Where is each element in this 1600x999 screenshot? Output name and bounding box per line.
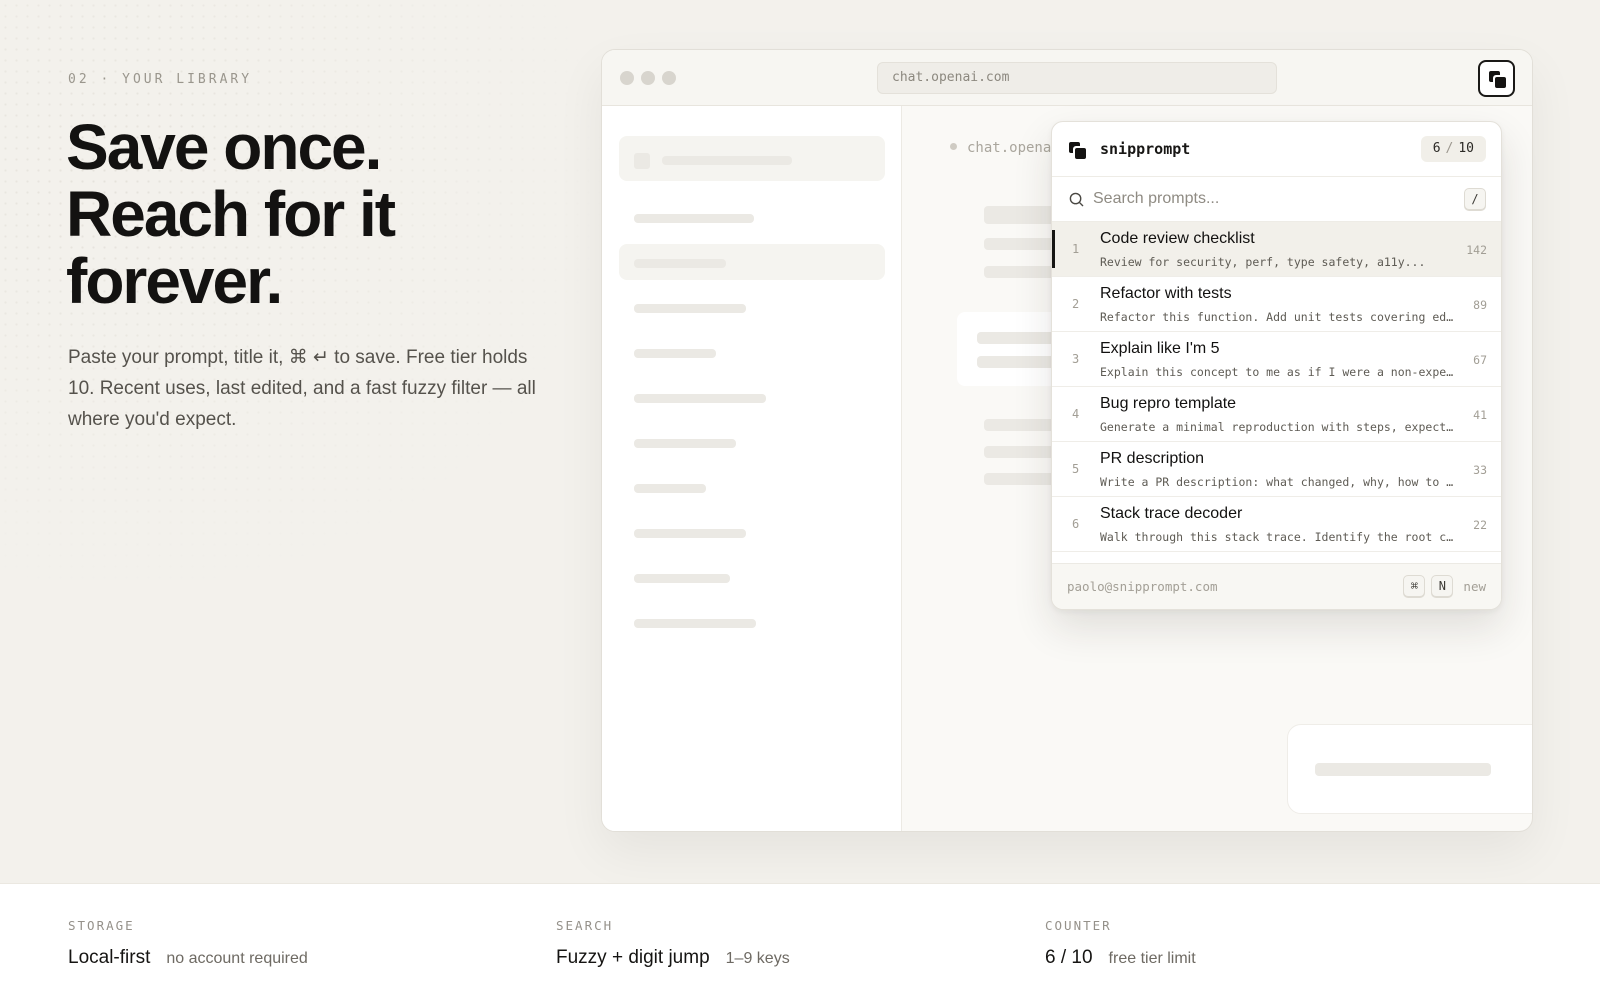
new-prompt-label: new xyxy=(1463,578,1486,594)
stat-row: 6 / 10 free tier limit xyxy=(1045,947,1196,969)
prompt-title: PR description xyxy=(1100,450,1205,467)
search-icon xyxy=(1069,192,1084,207)
skeleton-line xyxy=(1315,763,1491,776)
popup-title: snipprompt xyxy=(1100,140,1191,158)
prompt-title: Code review checklist xyxy=(1100,230,1255,247)
snipprompt-logo-icon xyxy=(1489,71,1506,88)
stat-row: Local-first no account required xyxy=(68,947,308,969)
hero-description: Paste your prompt, title it, ⌘ ↵ to save… xyxy=(68,347,536,430)
page-crumb: chat.opena xyxy=(950,140,1051,156)
prompt-list-item[interactable]: 3 Explain like I'm 5 Explain this concep… xyxy=(1052,332,1501,387)
skeleton-line xyxy=(634,439,736,448)
skeleton-line xyxy=(634,304,746,313)
skeleton-line xyxy=(634,259,726,268)
stat-value: Local-first xyxy=(68,947,151,968)
stat-label: STORAGE xyxy=(68,918,135,933)
prompt-index: 6 xyxy=(1072,517,1080,531)
skeleton-line xyxy=(634,214,754,223)
prompt-list-item[interactable]: 5 PR description Write a PR description:… xyxy=(1052,442,1501,497)
skeleton-line xyxy=(634,349,716,358)
prompt-index: 4 xyxy=(1072,407,1080,421)
stat-value: Fuzzy + digit jump xyxy=(556,947,710,968)
prompt-index: 3 xyxy=(1072,352,1080,366)
browser-toolbar: chat.openai.com xyxy=(602,50,1532,106)
prompt-use-count: 142 xyxy=(1466,243,1487,257)
extension-button[interactable] xyxy=(1478,60,1515,97)
search-shortcut-key: / xyxy=(1464,188,1486,210)
chat-composer-skeleton xyxy=(1287,724,1532,814)
prompt-use-count: 33 xyxy=(1473,463,1487,477)
stat-note: no account required xyxy=(166,950,308,967)
counter-used: 6 xyxy=(1432,141,1441,156)
section-eyebrow: 02 · YOUR LIBRARY xyxy=(68,72,253,87)
stat-label: SEARCH xyxy=(556,918,614,933)
prompt-use-count: 89 xyxy=(1473,298,1487,312)
prompt-list: 1 Code review checklist Review for secur… xyxy=(1052,222,1501,552)
prompt-preview: Generate a minimal reproduction with ste… xyxy=(1100,420,1454,434)
hero-headline: Save once. Reach for it forever. xyxy=(66,114,536,315)
traffic-light-icon[interactable] xyxy=(620,71,634,85)
prompt-title: Explain like I'm 5 xyxy=(1100,340,1220,357)
prompt-preview: Write a PR description: what changed, wh… xyxy=(1100,475,1454,489)
prompt-preview: Walk through this stack trace. Identify … xyxy=(1100,530,1454,544)
traffic-light-icon[interactable] xyxy=(641,71,655,85)
prompt-list-item[interactable]: 6 Stack trace decoder Walk through this … xyxy=(1052,497,1501,552)
skeleton-icon xyxy=(634,153,650,169)
snipprompt-popup: snipprompt 6 / 10 / 1 Code review checklis… xyxy=(1051,121,1502,610)
prompt-index: 2 xyxy=(1072,297,1080,311)
prompt-use-count: 67 xyxy=(1473,353,1487,367)
search-input[interactable] xyxy=(1093,185,1433,213)
feature-stats-band: STORAGE Local-first no account required S… xyxy=(0,883,1600,999)
stat-note: free tier limit xyxy=(1108,950,1196,967)
stat-row: Fuzzy + digit jump 1–9 keys xyxy=(556,947,790,969)
prompt-preview: Refactor this function. Add unit tests c… xyxy=(1100,310,1454,324)
prompt-list-item[interactable]: 2 Refactor with tests Refactor this func… xyxy=(1052,277,1501,332)
prompt-title: Stack trace decoder xyxy=(1100,505,1243,522)
headline-line-2: Reach for it xyxy=(66,178,396,250)
prompt-title: Bug repro template xyxy=(1100,395,1237,412)
popup-header: snipprompt 6 / 10 xyxy=(1052,122,1501,177)
skeleton-line xyxy=(634,394,766,403)
prompt-index: 1 xyxy=(1072,242,1080,256)
skeleton-line xyxy=(634,619,756,628)
chat-sidebar-skeleton xyxy=(602,106,902,831)
prompt-counter-badge: 6 / 10 xyxy=(1420,136,1486,162)
n-key: N xyxy=(1431,575,1454,597)
skeleton-line xyxy=(634,529,746,538)
address-bar[interactable]: chat.openai.com xyxy=(877,62,1277,94)
prompt-title: Refactor with tests xyxy=(1100,285,1232,302)
stat-value: 6 / 10 xyxy=(1045,947,1093,968)
counter-separator: / xyxy=(1445,141,1454,156)
popup-footer: paolo@snipprompt.com ⌘ N new xyxy=(1052,563,1501,609)
window-controls xyxy=(620,71,676,85)
prompt-use-count: 41 xyxy=(1473,408,1487,422)
prompt-list-item[interactable]: 1 Code review checklist Review for secur… xyxy=(1052,222,1501,277)
headline-line-3: forever. xyxy=(66,245,283,317)
status-dot-icon xyxy=(950,143,957,150)
popup-search-bar: / xyxy=(1052,177,1501,222)
headline-line-1: Save once. xyxy=(66,111,382,183)
prompt-preview: Review for security, perf, type safety, … xyxy=(1100,255,1426,269)
new-prompt-shortcut[interactable]: ⌘ N new xyxy=(1403,575,1486,597)
counter-total: 10 xyxy=(1458,141,1474,156)
prompt-use-count: 22 xyxy=(1473,518,1487,532)
page-crumb-text: chat.opena xyxy=(967,140,1052,156)
skeleton-line xyxy=(662,156,792,165)
stat-note: 1–9 keys xyxy=(725,950,790,967)
prompt-preview: Explain this concept to me as if I were … xyxy=(1100,365,1454,379)
command-key: ⌘ xyxy=(1403,575,1426,597)
stat-label: COUNTER xyxy=(1045,918,1112,933)
prompt-index: 5 xyxy=(1072,462,1080,476)
traffic-light-icon[interactable] xyxy=(662,71,676,85)
snipprompt-logo-icon xyxy=(1069,142,1086,159)
account-email: paolo@snipprompt.com xyxy=(1067,579,1218,594)
skeleton-line xyxy=(634,484,706,493)
prompt-list-item[interactable]: 4 Bug repro template Generate a minimal … xyxy=(1052,387,1501,442)
skeleton-line xyxy=(634,574,730,583)
